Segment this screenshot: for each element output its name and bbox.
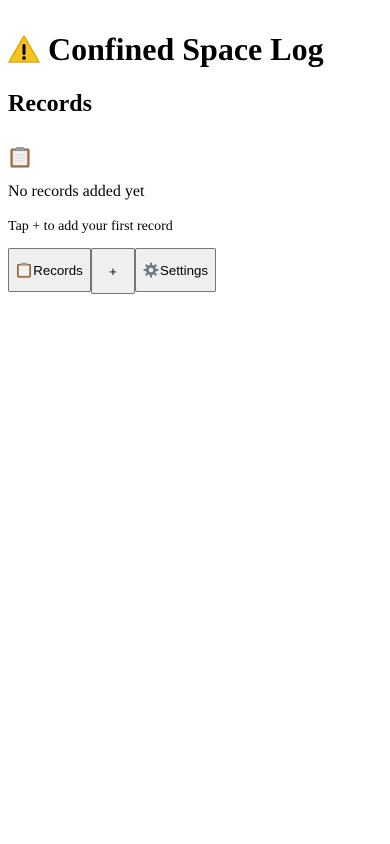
app-header: Confined Space Log xyxy=(8,29,382,69)
warning-icon xyxy=(8,35,40,63)
section-title: Records xyxy=(8,91,92,117)
app-title: Confined Space Log xyxy=(48,31,324,67)
add-record-button[interactable]: + xyxy=(91,248,135,294)
app-page: Confined Space Log Records No records ad… xyxy=(0,0,390,302)
empty-state-title: No records added yet xyxy=(8,183,145,200)
records-button-label: Records xyxy=(33,262,83,278)
clipboard-icon xyxy=(10,147,30,168)
settings-button-label: Settings xyxy=(159,262,209,278)
clipboard-icon xyxy=(17,262,32,278)
add-button-label: + xyxy=(109,263,117,279)
settings-button[interactable]: Settings xyxy=(135,248,216,292)
bottom-nav: Records + Settings xyxy=(8,248,382,294)
records-button[interactable]: Records xyxy=(8,248,91,292)
empty-state-subtitle: Tap + to add your first record xyxy=(8,219,173,234)
gear-icon xyxy=(143,262,159,278)
